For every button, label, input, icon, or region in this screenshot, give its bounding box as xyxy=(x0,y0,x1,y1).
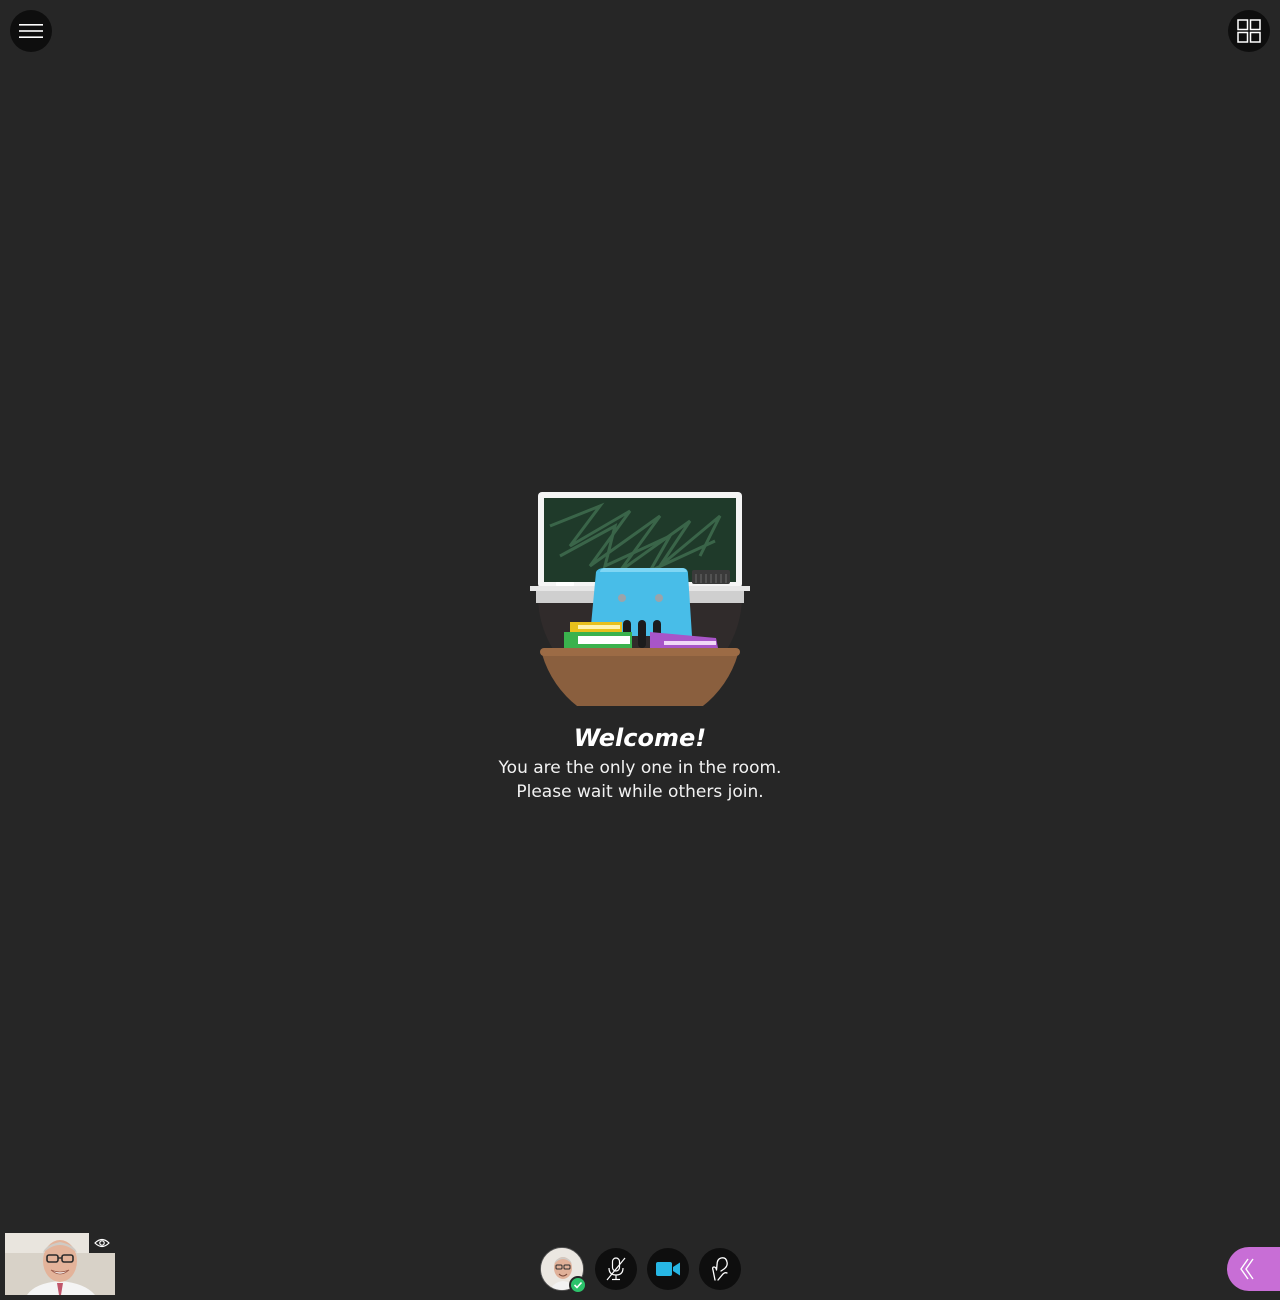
hide-self-view-button[interactable] xyxy=(89,1233,115,1253)
empty-room-illustration xyxy=(520,486,760,728)
session-stage: Welcome! You are the only one in the roo… xyxy=(0,0,1280,1300)
media-controls-bar xyxy=(539,1246,741,1294)
microphone-muted-icon xyxy=(606,1257,626,1281)
hamburger-menu-icon xyxy=(19,24,43,38)
grid-layout-icon xyxy=(1237,19,1261,43)
check-icon xyxy=(573,1281,583,1289)
welcome-line-1: You are the only one in the room. xyxy=(498,758,782,778)
camera-toggle-button[interactable] xyxy=(647,1248,689,1290)
self-video-preview[interactable] xyxy=(5,1233,115,1295)
session-menu-button[interactable] xyxy=(10,10,52,52)
microphone-toggle-button[interactable] xyxy=(595,1248,637,1290)
chevron-double-left-icon xyxy=(1240,1258,1254,1280)
status-available-badge xyxy=(569,1276,587,1294)
welcome-line-2: Please wait while others join. xyxy=(516,782,764,802)
video-camera-icon xyxy=(656,1262,680,1276)
raise-hand-icon xyxy=(712,1257,728,1281)
welcome-message: Welcome! You are the only one in the roo… xyxy=(440,722,840,804)
open-collaborate-panel-button[interactable] xyxy=(1227,1247,1280,1291)
welcome-title: Welcome! xyxy=(573,724,707,752)
raise-hand-button[interactable] xyxy=(699,1248,741,1290)
layout-toggle-button[interactable] xyxy=(1228,10,1270,52)
my-status-button[interactable] xyxy=(539,1246,587,1294)
eye-icon xyxy=(94,1238,110,1248)
